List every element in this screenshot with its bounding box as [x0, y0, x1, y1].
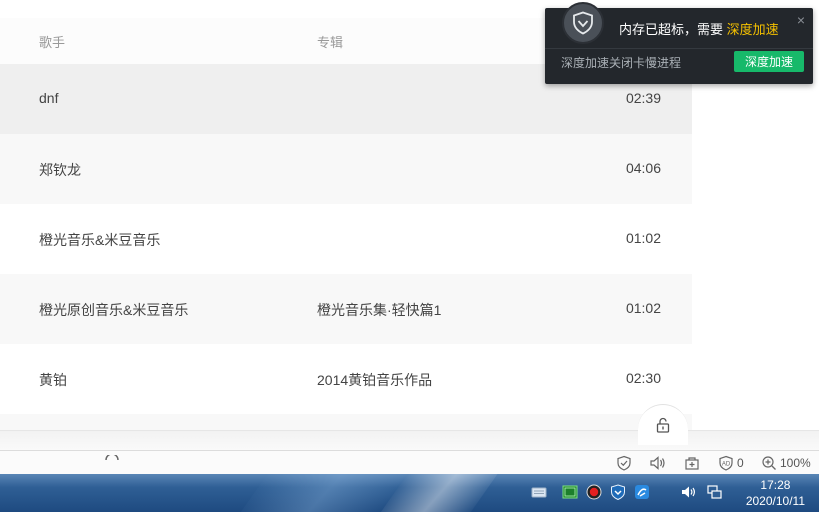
row-duration: 01:02: [625, 300, 661, 316]
browser-statusbar: AD 0 100%: [0, 450, 819, 475]
list-bottom-edge: [0, 430, 819, 451]
app-tray-icon[interactable]: [633, 483, 651, 501]
ad-block-icon: AD: [719, 455, 733, 471]
popup-message: 内存已超标，需要 深度加速: [619, 19, 779, 38]
svg-text:AD: AD: [722, 462, 731, 468]
speaker-icon[interactable]: [649, 454, 667, 472]
volume-icon[interactable]: [680, 483, 698, 501]
clock-time: 17:28: [760, 478, 791, 492]
row-duration: 02:30: [625, 370, 661, 386]
zoom-control[interactable]: 100%: [761, 454, 811, 472]
close-icon[interactable]: ×: [797, 12, 805, 28]
header-album[interactable]: 专辑: [317, 32, 343, 51]
row-duration: 04:06: [625, 160, 661, 176]
windows-taskbar: 17:28 2020/10/11: [0, 474, 819, 512]
row-duration: 01:02: [625, 230, 661, 246]
record-icon[interactable]: [585, 483, 603, 501]
row-artist[interactable]: 黄铂: [39, 370, 67, 390]
loading-dot: [105, 449, 119, 467]
row-artist[interactable]: 橙光原创音乐&米豆音乐: [39, 300, 188, 320]
ad-block-counter[interactable]: AD 0: [718, 454, 744, 472]
table-row[interactable]: 黄铂 2014黄铂音乐作品 02:30: [0, 344, 692, 414]
row-artist[interactable]: 橙光音乐&米豆音乐: [39, 230, 160, 250]
popup-message-text: 内存已超标，需要: [619, 22, 724, 37]
row-album[interactable]: 橙光音乐集·轻快篇1: [317, 300, 441, 320]
popup-description: 深度加速关闭卡慢进程: [561, 56, 682, 70]
row-album[interactable]: 2014黄铂音乐作品: [317, 370, 432, 390]
header-artist[interactable]: 歌手: [39, 32, 65, 51]
popup-message-highlight[interactable]: 深度加速: [727, 22, 779, 37]
table-row[interactable]: 橙光音乐&米豆音乐 01:02: [0, 204, 692, 274]
row-artist[interactable]: 郑钦龙: [39, 160, 81, 180]
row-duration: 02:39: [625, 90, 661, 106]
deep-accelerate-button[interactable]: 深度加速: [734, 51, 804, 72]
clock-date: 2020/10/11: [745, 494, 805, 508]
lock-icon: [656, 417, 670, 433]
battery-green-icon[interactable]: [561, 483, 579, 501]
popup-divider: [545, 48, 813, 49]
download-box-icon[interactable]: [684, 454, 700, 472]
system-clock[interactable]: 17:28 2020/10/11: [746, 477, 805, 509]
table-row[interactable]: 郑钦龙 04:06: [0, 134, 692, 204]
zoom-level: 100%: [780, 456, 811, 470]
row-artist[interactable]: dnf: [39, 90, 58, 106]
ad-block-count: 0: [737, 456, 744, 470]
security-shield-icon[interactable]: [609, 483, 627, 501]
memory-warning-popup: 内存已超标，需要 深度加速 × 深度加速关闭卡慢进程 深度加速: [545, 2, 813, 84]
shield-icon[interactable]: [616, 454, 632, 472]
network-icon[interactable]: [705, 483, 723, 501]
zoom-icon: [762, 456, 776, 470]
shield-logo-icon: [562, 2, 604, 44]
keyboard-icon[interactable]: [530, 483, 548, 501]
table-row[interactable]: 橙光原创音乐&米豆音乐 橙光音乐集·轻快篇1 01:02: [0, 274, 692, 344]
